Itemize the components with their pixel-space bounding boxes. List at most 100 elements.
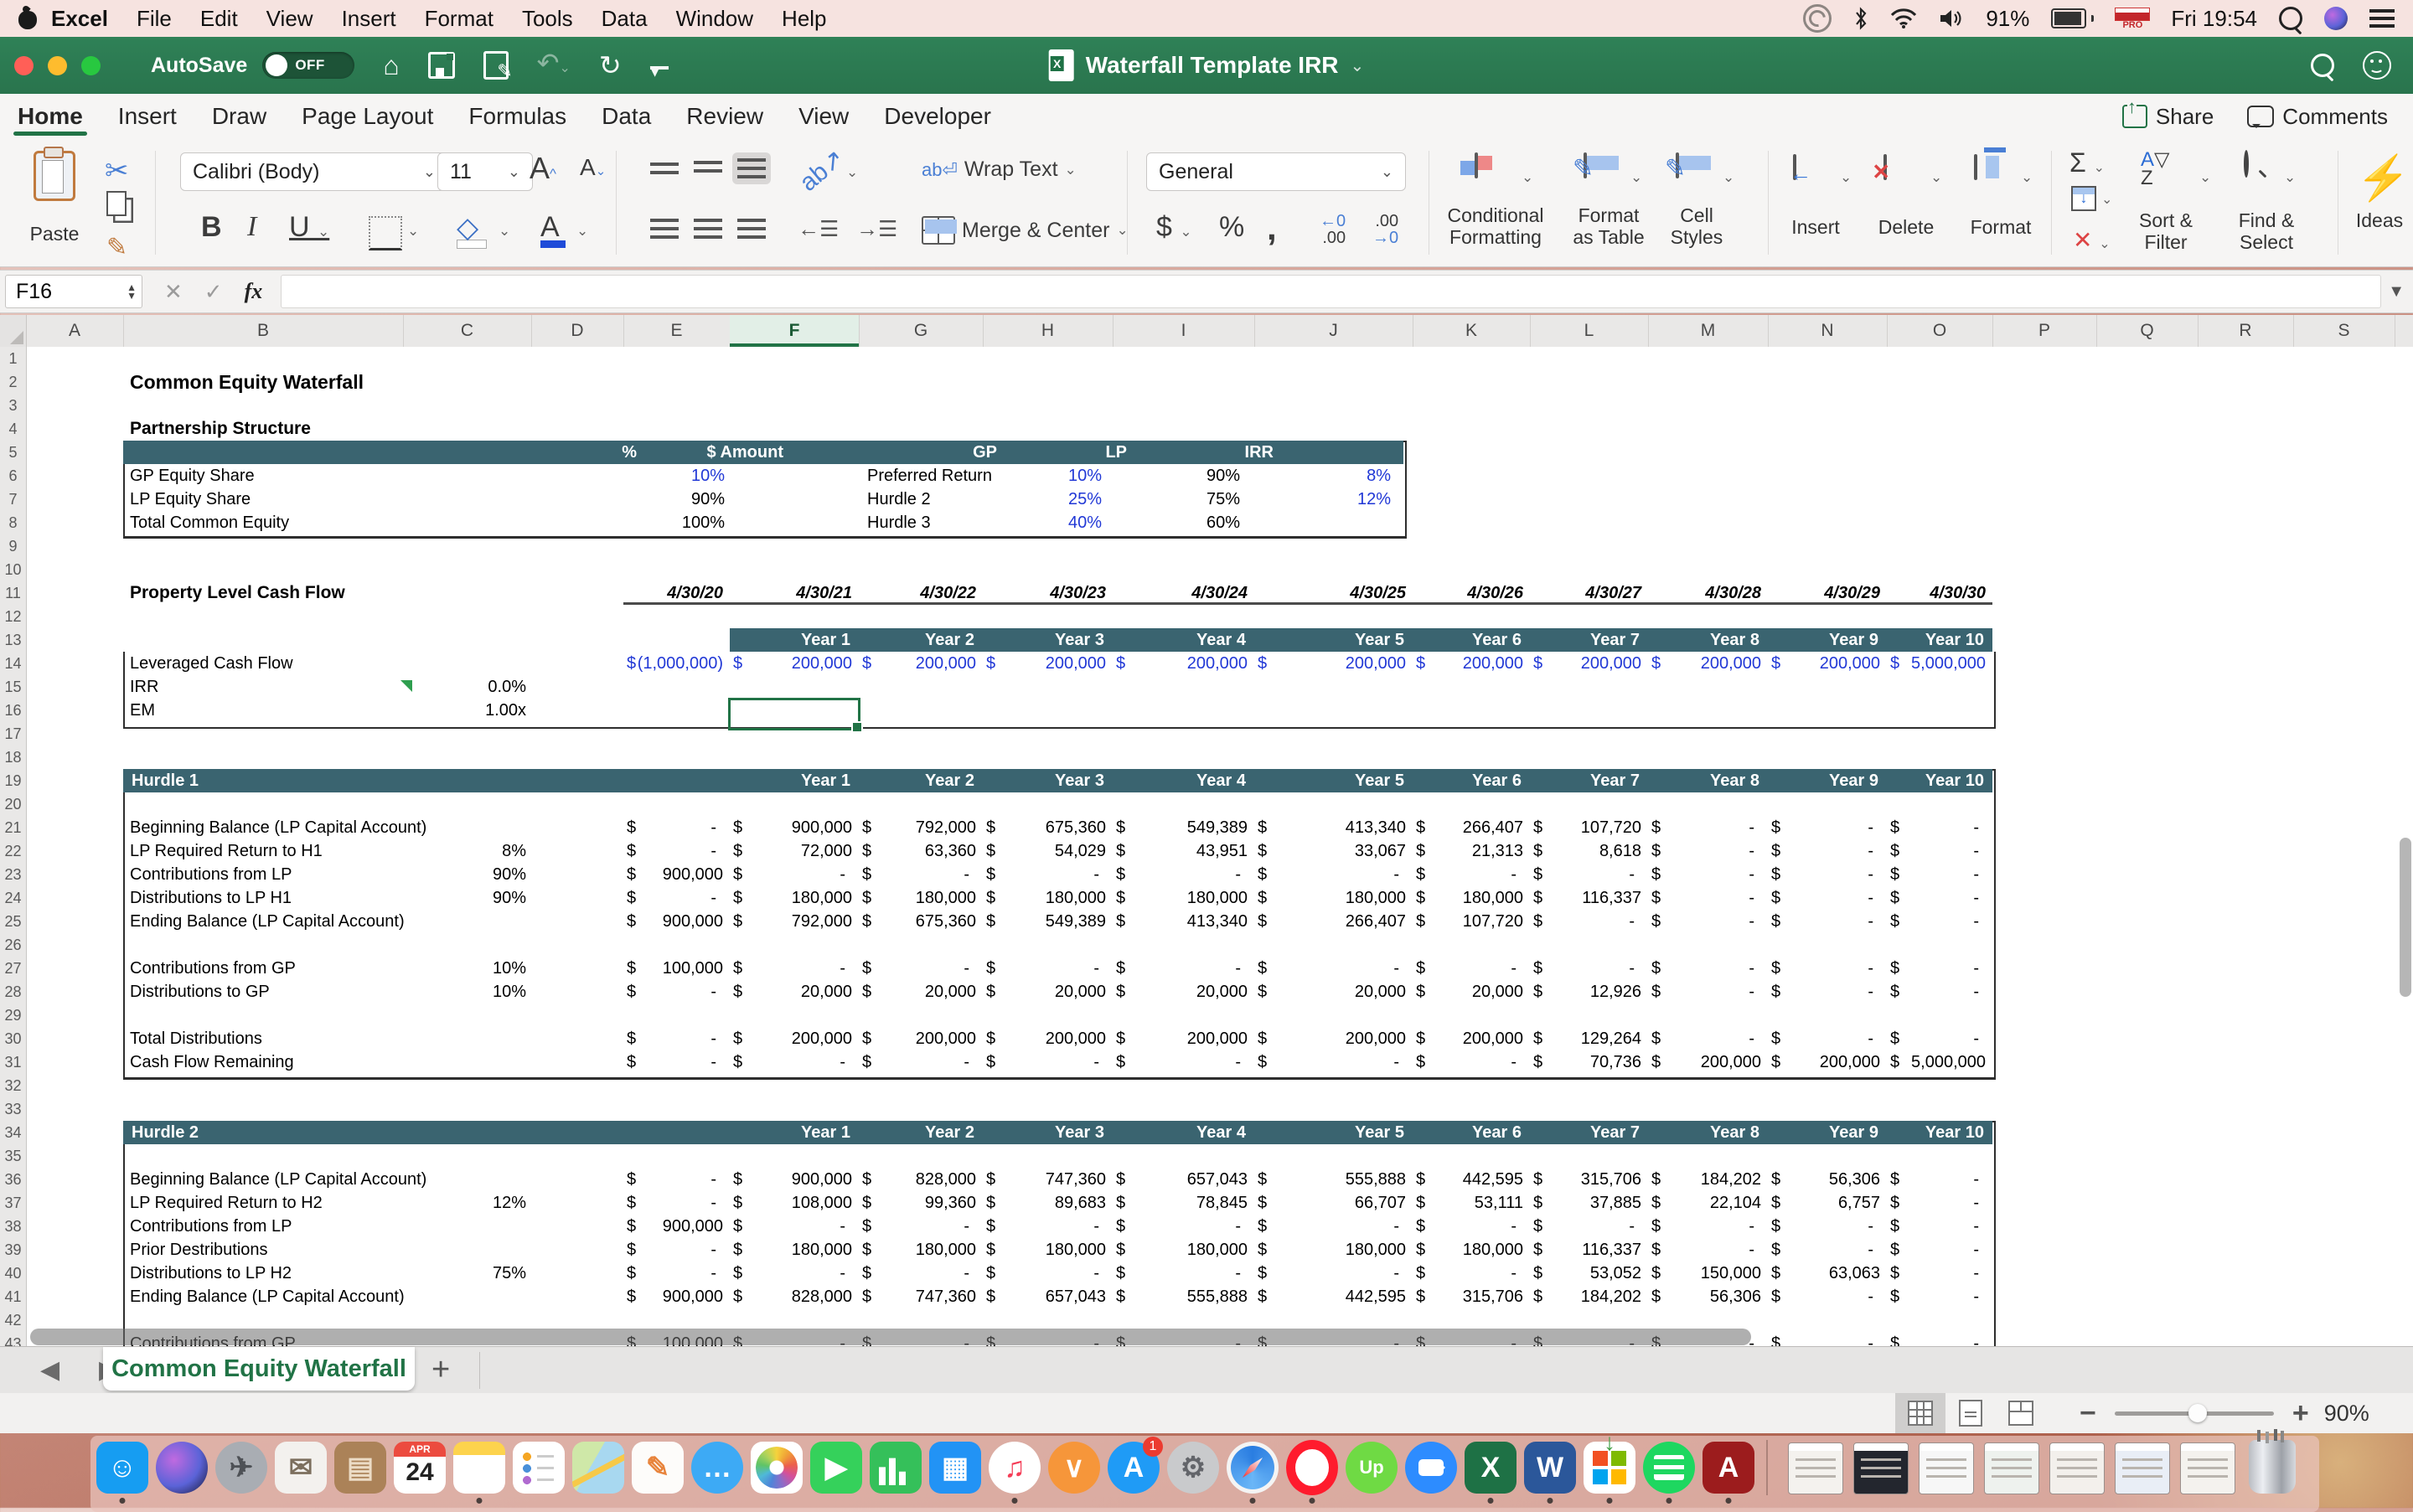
- partnership-mid-label[interactable]: Hurdle 3: [867, 511, 931, 534]
- ribbon-tab-insert[interactable]: Insert: [101, 94, 194, 139]
- paste-button[interactable]: [34, 151, 75, 201]
- row-label[interactable]: Distributions to LP H2: [130, 1262, 292, 1285]
- row-header-39[interactable]: 39: [0, 1238, 27, 1262]
- formula-bar-expand-icon[interactable]: ▼: [2388, 282, 2413, 302]
- cell[interactable]: $-: [986, 1262, 1106, 1285]
- column-header-I[interactable]: I: [1113, 315, 1255, 347]
- menu-item-window[interactable]: Window: [662, 6, 767, 32]
- partnership-pct[interactable]: 10%: [540, 464, 725, 488]
- row-header-35[interactable]: 35: [0, 1144, 27, 1169]
- cell[interactable]: $-: [1890, 957, 1986, 980]
- row-header-6[interactable]: 6: [0, 464, 27, 488]
- row-header-2[interactable]: 2: [0, 370, 27, 395]
- date-cell[interactable]: 4/30/29: [1768, 581, 1880, 605]
- align-left-button[interactable]: [645, 213, 684, 245]
- date-cell[interactable]: 4/30/21: [730, 581, 852, 605]
- cell[interactable]: $-: [1651, 1238, 1761, 1262]
- cell[interactable]: $900,000: [627, 1215, 723, 1238]
- menu-item-data[interactable]: Data: [587, 6, 662, 32]
- cell[interactable]: $200,000: [1116, 652, 1248, 675]
- column-header-J[interactable]: J: [1254, 315, 1413, 347]
- cell[interactable]: $(1,000,000): [627, 652, 723, 675]
- document-title[interactable]: Waterfall Template IRR: [1086, 52, 1339, 79]
- name-box[interactable]: F16▲▼: [5, 275, 142, 308]
- row-header-42[interactable]: 42: [0, 1308, 27, 1333]
- dock-finder-icon[interactable]: ☺: [95, 1440, 150, 1495]
- orientation-button[interactable]: ab↗: [794, 143, 850, 197]
- minimize-window-button[interactable]: [48, 56, 67, 75]
- row-header-13[interactable]: 13: [0, 628, 27, 653]
- dock-photos-icon[interactable]: [749, 1440, 804, 1495]
- cell[interactable]: $200,000: [1416, 1027, 1523, 1050]
- row-label[interactable]: LP Required Return to H2: [130, 1191, 323, 1215]
- prev-sheet-arrow[interactable]: ◀: [40, 1355, 59, 1385]
- cell[interactable]: $-: [862, 957, 976, 980]
- row-header-23[interactable]: 23: [0, 863, 27, 887]
- em-label[interactable]: EM: [130, 699, 155, 722]
- row-label[interactable]: LP Required Return to H1: [130, 839, 323, 863]
- cell[interactable]: $555,888: [1258, 1168, 1406, 1191]
- cell[interactable]: $-: [1416, 1050, 1523, 1074]
- cell[interactable]: $-: [1416, 1262, 1523, 1285]
- date-cell[interactable]: 4/30/24: [1113, 581, 1248, 605]
- align-bottom-button[interactable]: [732, 152, 771, 184]
- dock-minimized-window-1[interactable]: [1788, 1442, 1843, 1494]
- cell[interactable]: $442,595: [1416, 1168, 1523, 1191]
- date-cell[interactable]: 4/30/23: [983, 581, 1106, 605]
- formula-input[interactable]: [281, 275, 2381, 308]
- cell[interactable]: $56,306: [1771, 1168, 1880, 1191]
- cell[interactable]: $900,000: [627, 863, 723, 886]
- cell[interactable]: $-: [1771, 1215, 1880, 1238]
- cell[interactable]: $-: [1890, 1027, 1986, 1050]
- dock-minimized-window-6[interactable]: [2115, 1442, 2170, 1494]
- column-header-H[interactable]: H: [983, 315, 1113, 347]
- search-icon[interactable]: [2311, 54, 2334, 77]
- cell[interactable]: $-: [1116, 1050, 1248, 1074]
- fill-button[interactable]: ↓: [2071, 186, 2096, 211]
- insert-function-icon[interactable]: fx: [245, 279, 263, 304]
- row-header-43[interactable]: 43: [0, 1332, 27, 1346]
- cell[interactable]: $5,000,000: [1890, 652, 1986, 675]
- vertical-scrollbar[interactable]: [2400, 352, 2411, 1340]
- row-header-21[interactable]: 21: [0, 816, 27, 840]
- dock-acrobat-icon[interactable]: A: [1701, 1440, 1756, 1495]
- horizontal-scrollbar[interactable]: [30, 1329, 1751, 1345]
- dock-zoom-icon[interactable]: [1403, 1440, 1459, 1495]
- cell[interactable]: $180,000: [862, 1238, 976, 1262]
- cell[interactable]: $442,595: [1258, 1285, 1406, 1308]
- row-header-12[interactable]: 12: [0, 605, 27, 629]
- cell[interactable]: $20,000: [1116, 980, 1248, 1004]
- cell[interactable]: $43,951: [1116, 839, 1248, 863]
- partnership-gp[interactable]: 25%: [951, 488, 1102, 511]
- cell[interactable]: $200,000: [1771, 1050, 1880, 1074]
- add-sheet-button[interactable]: +: [431, 1352, 450, 1388]
- cell[interactable]: $180,000: [1416, 1238, 1523, 1262]
- date-cell[interactable]: 4/30/20: [623, 581, 723, 605]
- cell[interactable]: $-: [627, 886, 723, 910]
- cell[interactable]: $150,000: [1651, 1262, 1761, 1285]
- cell[interactable]: $-: [1890, 1285, 1986, 1308]
- save-icon[interactable]: [428, 52, 455, 79]
- cell[interactable]: $180,000: [862, 886, 976, 910]
- cell[interactable]: $180,000: [1258, 1238, 1406, 1262]
- ribbon-tab-draw[interactable]: Draw: [194, 94, 284, 139]
- notification-center-icon[interactable]: [2369, 9, 2395, 28]
- partnership-irr[interactable]: 12%: [1240, 488, 1391, 511]
- dock-reminders-icon[interactable]: [511, 1440, 566, 1495]
- cell[interactable]: $900,000: [733, 1168, 852, 1191]
- pct-cell[interactable]: 8%: [403, 839, 526, 863]
- font-color-button[interactable]: A: [540, 211, 566, 248]
- date-cell[interactable]: 4/30/25: [1254, 581, 1406, 605]
- menu-item-edit[interactable]: Edit: [186, 6, 252, 32]
- cell[interactable]: $315,706: [1533, 1168, 1641, 1191]
- fill-color-button[interactable]: ◇: [457, 211, 487, 249]
- cell[interactable]: $675,360: [862, 910, 976, 933]
- cash-flow-label[interactable]: Property Level Cash Flow: [130, 581, 345, 605]
- comma-button[interactable]: ,: [1267, 208, 1277, 248]
- zoom-out-button[interactable]: −: [2080, 1397, 2096, 1430]
- cell[interactable]: $266,407: [1416, 816, 1523, 839]
- row-header-18[interactable]: 18: [0, 746, 27, 770]
- cell[interactable]: $-: [1258, 1215, 1406, 1238]
- row-header-19[interactable]: 19: [0, 769, 27, 793]
- cell[interactable]: $-: [1771, 980, 1880, 1004]
